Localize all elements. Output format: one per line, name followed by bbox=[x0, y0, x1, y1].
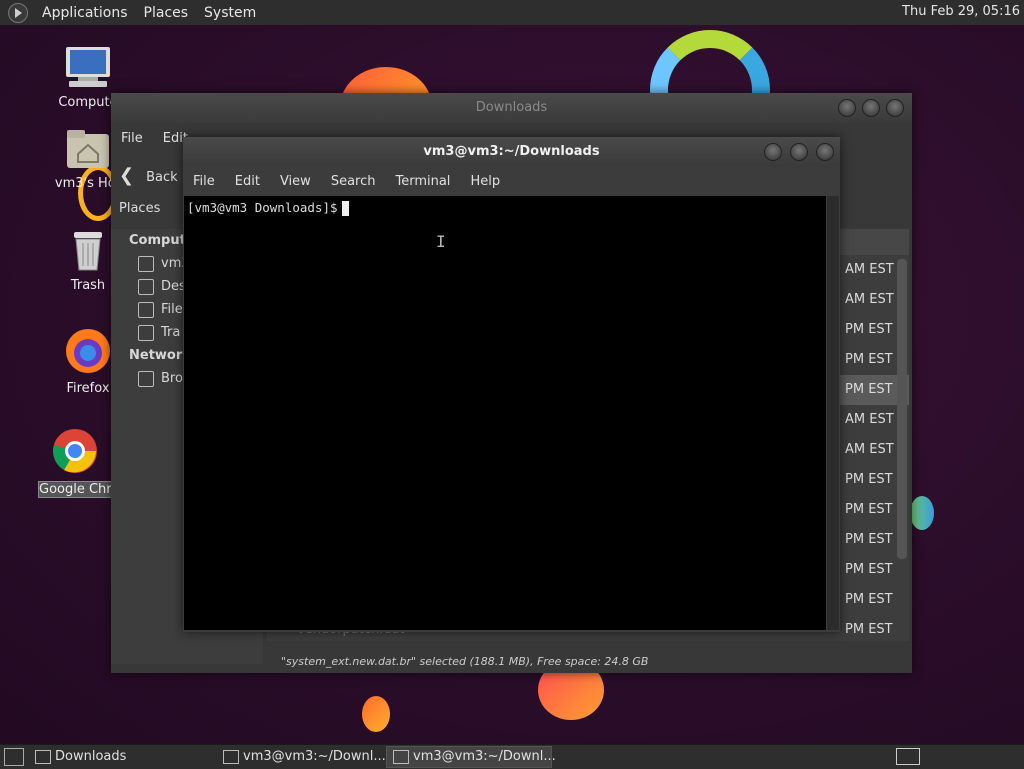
menu-edit[interactable]: Edit bbox=[235, 174, 260, 189]
clock[interactable]: Thu Feb 29, 05:16 bbox=[902, 4, 1020, 19]
window-title: vm3@vm3:~/Downloads bbox=[423, 144, 600, 159]
system-logo-icon[interactable] bbox=[8, 2, 28, 23]
menu-help[interactable]: Help bbox=[470, 174, 500, 189]
terminal-scrollbar[interactable] bbox=[827, 196, 839, 630]
row-date: PM EST bbox=[845, 352, 893, 367]
terminal-output[interactable]: [vm3@vm3 Downloads]$ I bbox=[184, 196, 826, 630]
top-panel: Applications Places System Thu Feb 29, 0… bbox=[0, 0, 1024, 26]
file-list-scrollbar[interactable] bbox=[897, 259, 907, 559]
menu-view[interactable]: View bbox=[280, 174, 311, 189]
file-manager-titlebar[interactable]: Downloads bbox=[111, 93, 912, 123]
terminal-window[interactable]: vm3@vm3:~/Downloads File Edit View Searc… bbox=[183, 137, 840, 632]
menu-file[interactable]: File bbox=[121, 131, 143, 146]
maximize-button[interactable] bbox=[862, 99, 880, 117]
row-date: PM EST bbox=[845, 622, 893, 637]
terminal-titlebar[interactable]: vm3@vm3:~/Downloads bbox=[183, 137, 840, 167]
desktop-icon bbox=[138, 279, 154, 295]
menu-file[interactable]: File bbox=[193, 174, 215, 189]
task-terminal-1[interactable]: vm3@vm3:~/Downl... bbox=[216, 746, 386, 768]
menu-system[interactable]: System bbox=[204, 5, 256, 21]
show-desktop-icon[interactable] bbox=[4, 748, 24, 766]
status-bar: "system_ext.new.dat.br" selected (188.1 … bbox=[281, 655, 649, 668]
terminal-menubar: File Edit View Search Terminal Help bbox=[183, 167, 840, 196]
taskbar: Downloads vm3@vm3:~/Downl... vm3@vm3:~/D… bbox=[0, 744, 1024, 769]
workspace-switcher-icon[interactable] bbox=[896, 748, 920, 765]
home-folder-icon bbox=[67, 130, 109, 168]
trash-icon bbox=[74, 232, 102, 271]
menu-applications[interactable]: Applications bbox=[42, 5, 128, 21]
row-date: PM EST bbox=[845, 472, 893, 487]
menu-terminal[interactable]: Terminal bbox=[395, 174, 450, 189]
minimize-button[interactable] bbox=[838, 99, 856, 117]
home-icon bbox=[138, 256, 154, 272]
back-label: Back bbox=[146, 170, 178, 185]
back-button[interactable]: ❮ Back bbox=[119, 163, 178, 189]
row-date: AM EST bbox=[845, 412, 894, 427]
ibeam-cursor-icon: I bbox=[436, 232, 446, 251]
wallpaper-shape-small bbox=[362, 696, 390, 732]
desktop-icon-label: Google Chr bbox=[38, 481, 112, 498]
network-icon bbox=[138, 371, 154, 387]
close-button[interactable] bbox=[816, 143, 834, 161]
terminal-icon bbox=[223, 750, 239, 764]
back-arrow-icon: ❮ bbox=[119, 165, 135, 186]
close-button[interactable] bbox=[886, 99, 904, 117]
desktop-icon-chrome[interactable]: Google Chr bbox=[38, 427, 112, 498]
places-dropdown[interactable]: Places bbox=[119, 201, 160, 216]
firefox-icon bbox=[66, 329, 110, 373]
row-date: PM EST bbox=[845, 382, 893, 397]
row-date: AM EST bbox=[845, 442, 894, 457]
computer-icon bbox=[66, 47, 110, 87]
filesystem-icon bbox=[138, 302, 154, 318]
task-downloads[interactable]: Downloads bbox=[28, 746, 212, 768]
maximize-button[interactable] bbox=[790, 143, 808, 161]
row-date: PM EST bbox=[845, 562, 893, 577]
text-cursor bbox=[341, 201, 349, 216]
minimize-button[interactable] bbox=[764, 143, 782, 161]
row-date: AM EST bbox=[845, 262, 894, 277]
row-date: AM EST bbox=[845, 292, 894, 307]
row-date: PM EST bbox=[845, 502, 893, 517]
trash-small-icon bbox=[138, 325, 154, 341]
task-terminal-2[interactable]: vm3@vm3:~/Downl... bbox=[386, 746, 556, 768]
row-date: PM EST bbox=[845, 532, 893, 547]
chrome-icon bbox=[53, 429, 97, 473]
terminal-icon bbox=[393, 750, 409, 764]
row-date: PM EST bbox=[845, 592, 893, 607]
wallpaper-shape-blue bbox=[910, 496, 934, 530]
folder-icon bbox=[35, 750, 51, 764]
row-date: PM EST bbox=[845, 322, 893, 337]
menu-places[interactable]: Places bbox=[144, 5, 189, 21]
shell-prompt: [vm3@vm3 Downloads]$ bbox=[187, 200, 338, 215]
menu-search[interactable]: Search bbox=[331, 174, 376, 189]
window-title: Downloads bbox=[475, 100, 548, 115]
